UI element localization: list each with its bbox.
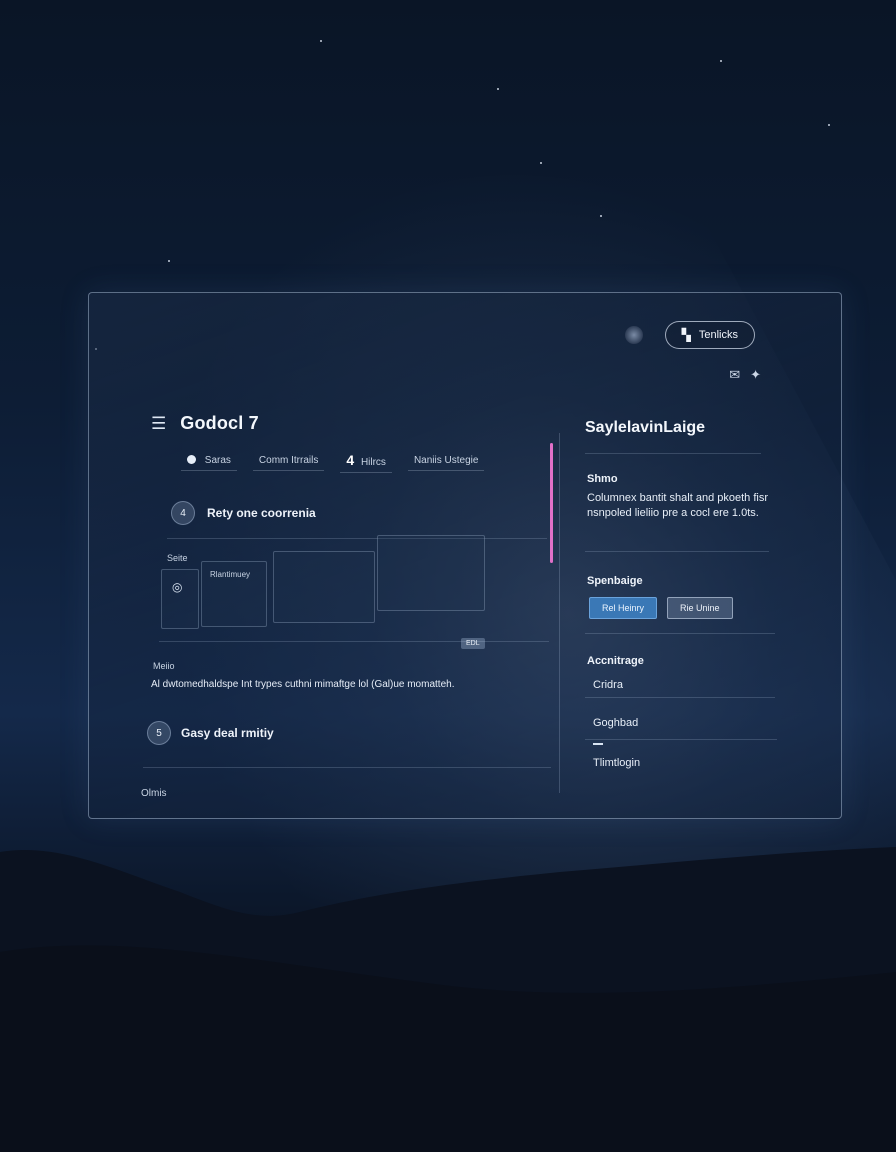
divider [585, 697, 775, 698]
side-list-item[interactable]: Goghbad [593, 717, 638, 729]
tab-label: Comm Itrrails [258, 454, 319, 466]
step-number: 5 [147, 721, 171, 745]
tab-label: Naniis Ustegie [413, 454, 479, 466]
tenlicks-button-label: Tenlicks [698, 329, 738, 341]
mini-icons: ✉ ✦ [729, 367, 761, 383]
tab-hilrcs[interactable]: 4 Hilrcs [340, 448, 392, 473]
side-list-item[interactable]: Cridra [593, 679, 623, 691]
tab-bar: Saras Comm Itrrails 4 Hilrcs Naniis Uste… [181, 448, 485, 473]
star [720, 60, 722, 62]
list-item-label: Gasy deal rmitiy [181, 726, 274, 740]
tab-comm[interactable]: Comm Itrrails [252, 451, 325, 471]
star [828, 124, 830, 126]
selection-marker [593, 743, 603, 745]
column-divider [559, 433, 560, 793]
divider [167, 538, 547, 539]
menu-icon[interactable]: ☰ [151, 414, 166, 434]
side-section-heading: Spenbaige [587, 575, 643, 587]
tile-tag: EDL [461, 638, 485, 649]
floating-panel: ▚ Tenlicks ✉ ✦ ☰ Godocl 7 Saras Comm Itr… [88, 292, 842, 819]
tab-naniis[interactable]: Naniis Ustegie [407, 451, 485, 471]
divider [585, 633, 775, 634]
section-label: Seite [167, 553, 188, 563]
secondary-button[interactable]: Rie Unine [667, 597, 733, 619]
status-dot-button[interactable] [624, 326, 643, 344]
footer-label: Olmis [141, 788, 167, 799]
tab-count: 4 [346, 452, 355, 468]
tab-saras[interactable]: Saras [181, 451, 237, 471]
tile-card[interactable] [273, 551, 375, 623]
tile-caption: Rlantimuey [210, 570, 251, 579]
tab-label: Hilrcs [360, 457, 386, 468]
list-item-label: Rety one coorrenia [207, 506, 316, 520]
divider [585, 453, 761, 454]
list-item[interactable]: 4 Rety one coorrenia [171, 501, 316, 525]
tile-icon-card[interactable]: ◎ [161, 569, 199, 629]
mail-icon[interactable]: ✉ [729, 367, 740, 383]
tile-card[interactable] [377, 535, 485, 611]
list-item[interactable]: 5 Gasy deal rmitiy [147, 721, 274, 745]
divider [159, 641, 549, 642]
side-section-heading: Accnitrage [587, 655, 644, 667]
description-label: Meiio [153, 661, 175, 671]
top-actions: ▚ Tenlicks [624, 321, 755, 349]
description-text: Al dwtomedhaldspe Int trypes cuthni mima… [151, 679, 455, 690]
step-number: 4 [171, 501, 195, 525]
primary-button[interactable]: Rel Heinry [589, 597, 658, 619]
side-section-heading: Shmo [587, 473, 618, 485]
divider [585, 739, 777, 740]
side-list-item[interactable]: Tlimtlogin [593, 757, 640, 769]
scroll-indicator[interactable] [550, 443, 553, 563]
tab-label: Saras [204, 454, 231, 466]
settings-ring-icon: ◎ [172, 580, 183, 594]
grid-icon: ▚ [681, 328, 691, 342]
side-section-body: Columnex bantit shalt and pkoeth fisr ns… [587, 492, 768, 519]
app-title: Godocl 7 [180, 413, 259, 433]
tab-dot-icon [187, 454, 196, 464]
tile-card[interactable]: Rlantimuey [201, 561, 267, 627]
hill-silhouette [0, 847, 896, 1152]
tenlicks-button[interactable]: ▚ Tenlicks [664, 321, 755, 349]
action-buttons: Rel Heinry Rie Unine [589, 597, 733, 619]
star [600, 215, 602, 217]
sparkle-icon[interactable]: ✦ [750, 367, 761, 383]
side-panel-title: SaylelavinLaige [585, 419, 706, 436]
divider [143, 767, 551, 768]
app-header: ☰ Godocl 7 [151, 413, 259, 434]
star [168, 260, 170, 262]
star [540, 162, 542, 164]
star [497, 88, 499, 90]
divider [585, 551, 769, 552]
star [320, 40, 322, 42]
